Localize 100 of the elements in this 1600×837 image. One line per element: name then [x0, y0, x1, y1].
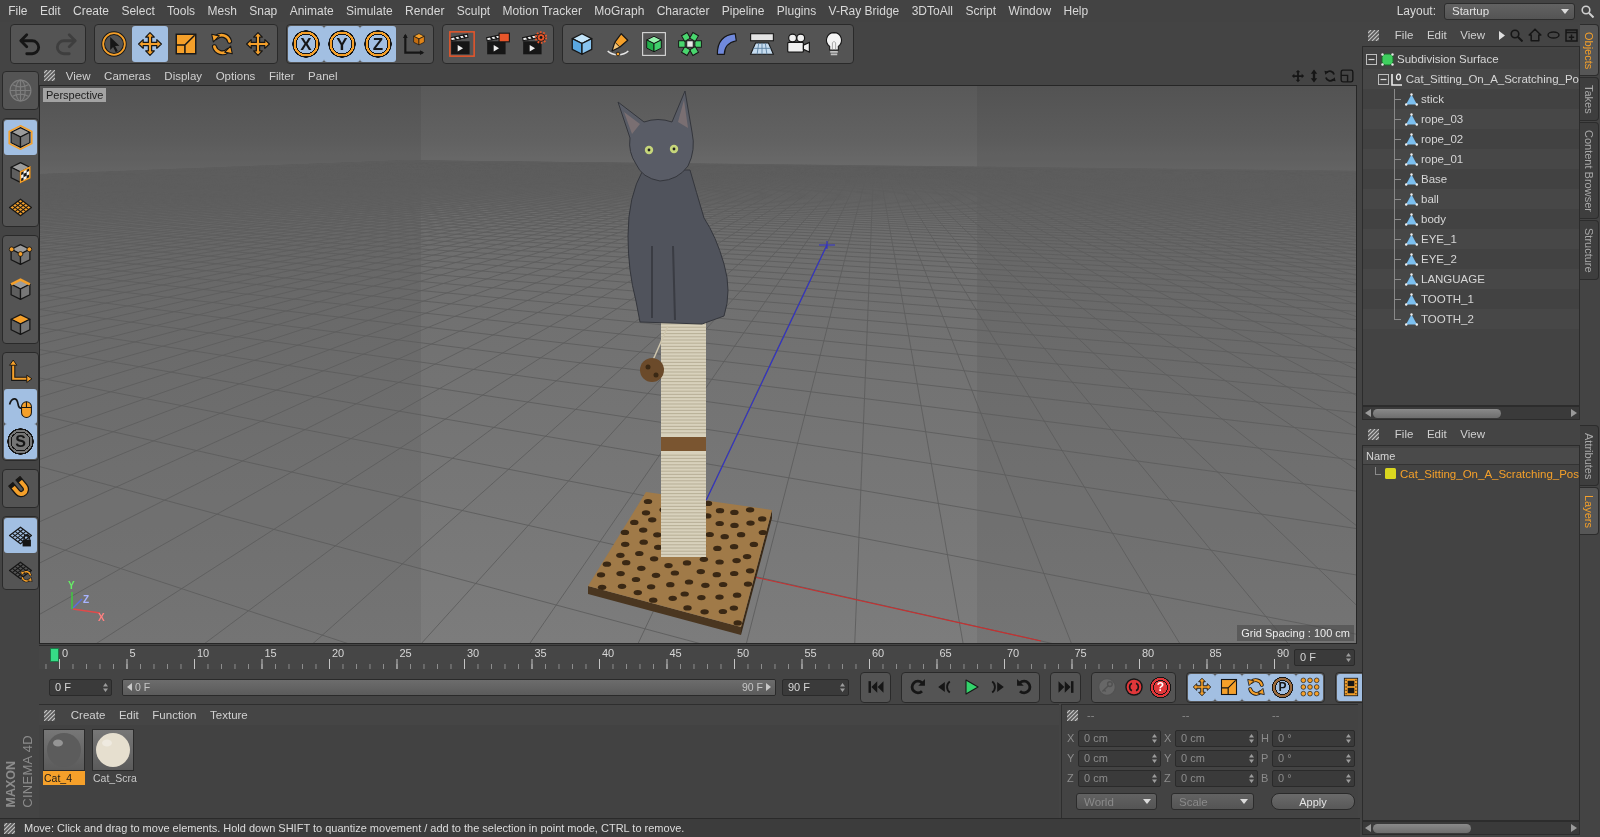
scroll-thumb[interactable] — [1373, 823, 1471, 833]
grid-spacing-label: Grid Spacing : 100 cm — [1237, 625, 1354, 641]
frame-number: 55 — [804, 647, 817, 661]
menu-item[interactable]: File — [2, 2, 34, 20]
scroll-thumb[interactable] — [1373, 408, 1501, 418]
menu-item[interactable]: Edit — [1420, 29, 1454, 41]
menu-item[interactable]: Help — [1057, 2, 1095, 20]
menu-item[interactable]: View — [1453, 428, 1492, 440]
side-tab[interactable]: Attributes — [1580, 424, 1599, 487]
menu-item[interactable]: View — [59, 69, 98, 82]
undo-arrow-icon — [17, 31, 43, 57]
range-fill[interactable]: 0 F 90 F — [123, 679, 775, 695]
menu-item[interactable]: Edit — [33, 2, 67, 20]
snap-button[interactable]: S — [4, 424, 37, 459]
menu-item[interactable]: File — [1388, 29, 1421, 41]
tree-row[interactable]: rope_01 — [1363, 149, 1579, 169]
axis-lock-button[interactable]: X — [288, 26, 324, 62]
spinner-arrows-icon — [840, 682, 845, 692]
range-end-handle[interactable]: 90 F — [738, 679, 775, 695]
axis-label: H — [1261, 732, 1270, 744]
menu-item[interactable]: MoGraph — [588, 2, 651, 20]
menu-item[interactable]: Plugins — [770, 2, 823, 20]
axis-lock-button[interactable]: Z — [360, 26, 396, 62]
triangle-mesh-icon — [1405, 212, 1418, 226]
move-arrows-icon — [1191, 677, 1212, 697]
layout-dropdown[interactable]: Startup — [1444, 2, 1575, 20]
side-tab[interactable]: Structure — [1580, 220, 1599, 280]
frame-number: 10 — [197, 647, 210, 661]
menu-item[interactable]: Animate — [283, 2, 340, 20]
key-position-button[interactable] — [1188, 673, 1215, 701]
menu-item[interactable]: Create — [64, 709, 113, 721]
menu-item[interactable]: 3DToAll — [905, 2, 960, 20]
menu-item[interactable]: Select — [115, 2, 161, 20]
key-rotation-button[interactable] — [1242, 673, 1269, 701]
axis-lock-button[interactable]: Y — [324, 26, 360, 62]
model-mode-button[interactable] — [4, 120, 37, 155]
menu-item[interactable]: Filter — [262, 69, 302, 82]
menu-item[interactable]: Mesh — [201, 2, 244, 20]
menu-item[interactable]: Tools — [160, 2, 202, 20]
tweak-mode-button[interactable] — [4, 389, 37, 424]
layer-name: Cat_Sitting_On_A_Scratching_Pos — [1400, 467, 1579, 480]
menu-item[interactable]: Function — [145, 709, 204, 721]
horizontal-scrollbar[interactable] — [1362, 821, 1580, 835]
menu-item[interactable]: File — [1388, 428, 1421, 440]
current-frame-field[interactable]: 0 F — [1294, 648, 1355, 666]
menu-item[interactable]: Sculpt — [450, 2, 497, 20]
minus-box-icon[interactable] — [1378, 73, 1389, 85]
menu-item[interactable]: Cameras — [97, 69, 158, 82]
side-tab[interactable]: Content Browser — [1580, 122, 1599, 219]
layer-row[interactable]: Cat_Sitting_On_A_Scratching_Pos — [1363, 465, 1579, 482]
horizontal-scrollbar[interactable] — [1362, 406, 1580, 420]
tree-row[interactable]: LANGUAGE — [1363, 269, 1579, 289]
menu-item[interactable]: Snap — [243, 2, 284, 20]
object-name: LANGUAGE — [1421, 273, 1485, 285]
menu-item[interactable]: Window — [1002, 2, 1058, 20]
tree-row[interactable]: ball — [1363, 189, 1579, 209]
menu-item[interactable]: Create — [66, 2, 116, 20]
end-frame-field[interactable]: 90 F — [782, 678, 849, 696]
triangle-mesh-icon — [1405, 252, 1418, 266]
menu-item[interactable]: Simulate — [339, 2, 399, 20]
menu-item[interactable]: Texture — [203, 709, 255, 721]
move-tool-button[interactable] — [132, 26, 168, 62]
menu-item[interactable]: Character — [650, 2, 716, 20]
tree-row[interactable]: Cat_Sitting_On_A_Scratching_Po — [1363, 69, 1579, 89]
triangle-mesh-icon — [1405, 272, 1418, 286]
scale-icon — [1218, 677, 1239, 697]
tree-row[interactable]: rope_03 — [1363, 109, 1579, 129]
side-tab[interactable]: Objects — [1580, 24, 1599, 77]
triangle-left-icon — [1365, 409, 1371, 417]
menu-item[interactable]: Render — [398, 2, 451, 20]
range-start-handle[interactable]: 0 F — [123, 679, 155, 695]
side-tab[interactable]: Takes — [1580, 77, 1599, 122]
menu-item[interactable]: Options — [208, 69, 263, 82]
side-tab[interactable]: Layers — [1580, 487, 1599, 536]
key-parameter-button[interactable]: P — [1269, 673, 1296, 701]
menu-item[interactable]: View — [1453, 29, 1492, 41]
spinner-arrows-icon — [1346, 753, 1351, 763]
key-points-button[interactable] — [1296, 673, 1323, 701]
object-name: Subdivision Surface — [1397, 53, 1499, 65]
start-frame-field[interactable]: 0 F — [49, 678, 112, 696]
triangle-right-icon — [1571, 409, 1577, 417]
menu-item[interactable]: Motion Tracker — [496, 2, 589, 20]
column-header: -- — [1182, 709, 1190, 721]
minus-box-icon[interactable] — [1366, 53, 1377, 65]
material-name[interactable]: Cat_4 — [43, 771, 85, 785]
tree-row[interactable]: EYE_1 — [1363, 229, 1579, 249]
corner-axis-icon — [1389, 72, 1403, 86]
menu-item[interactable]: Panel — [301, 69, 345, 82]
menu-item[interactable]: V-Ray Bridge — [822, 2, 906, 20]
axis-label: P — [1261, 752, 1270, 764]
menu-item[interactable]: Pipeline — [715, 2, 771, 20]
workplane-lock-button[interactable] — [4, 518, 37, 553]
menu-item[interactable]: Display — [157, 69, 209, 82]
menu-item[interactable]: Script — [959, 2, 1003, 20]
menu-item[interactable]: Edit — [1420, 428, 1454, 440]
triangle-right-icon[interactable] — [1499, 30, 1505, 40]
menu-item[interactable]: Edit — [112, 709, 146, 721]
playhead-marker[interactable] — [50, 648, 59, 662]
tree-row[interactable]: TOOTH_2 — [1363, 309, 1579, 329]
search-icon[interactable] — [1581, 4, 1594, 18]
